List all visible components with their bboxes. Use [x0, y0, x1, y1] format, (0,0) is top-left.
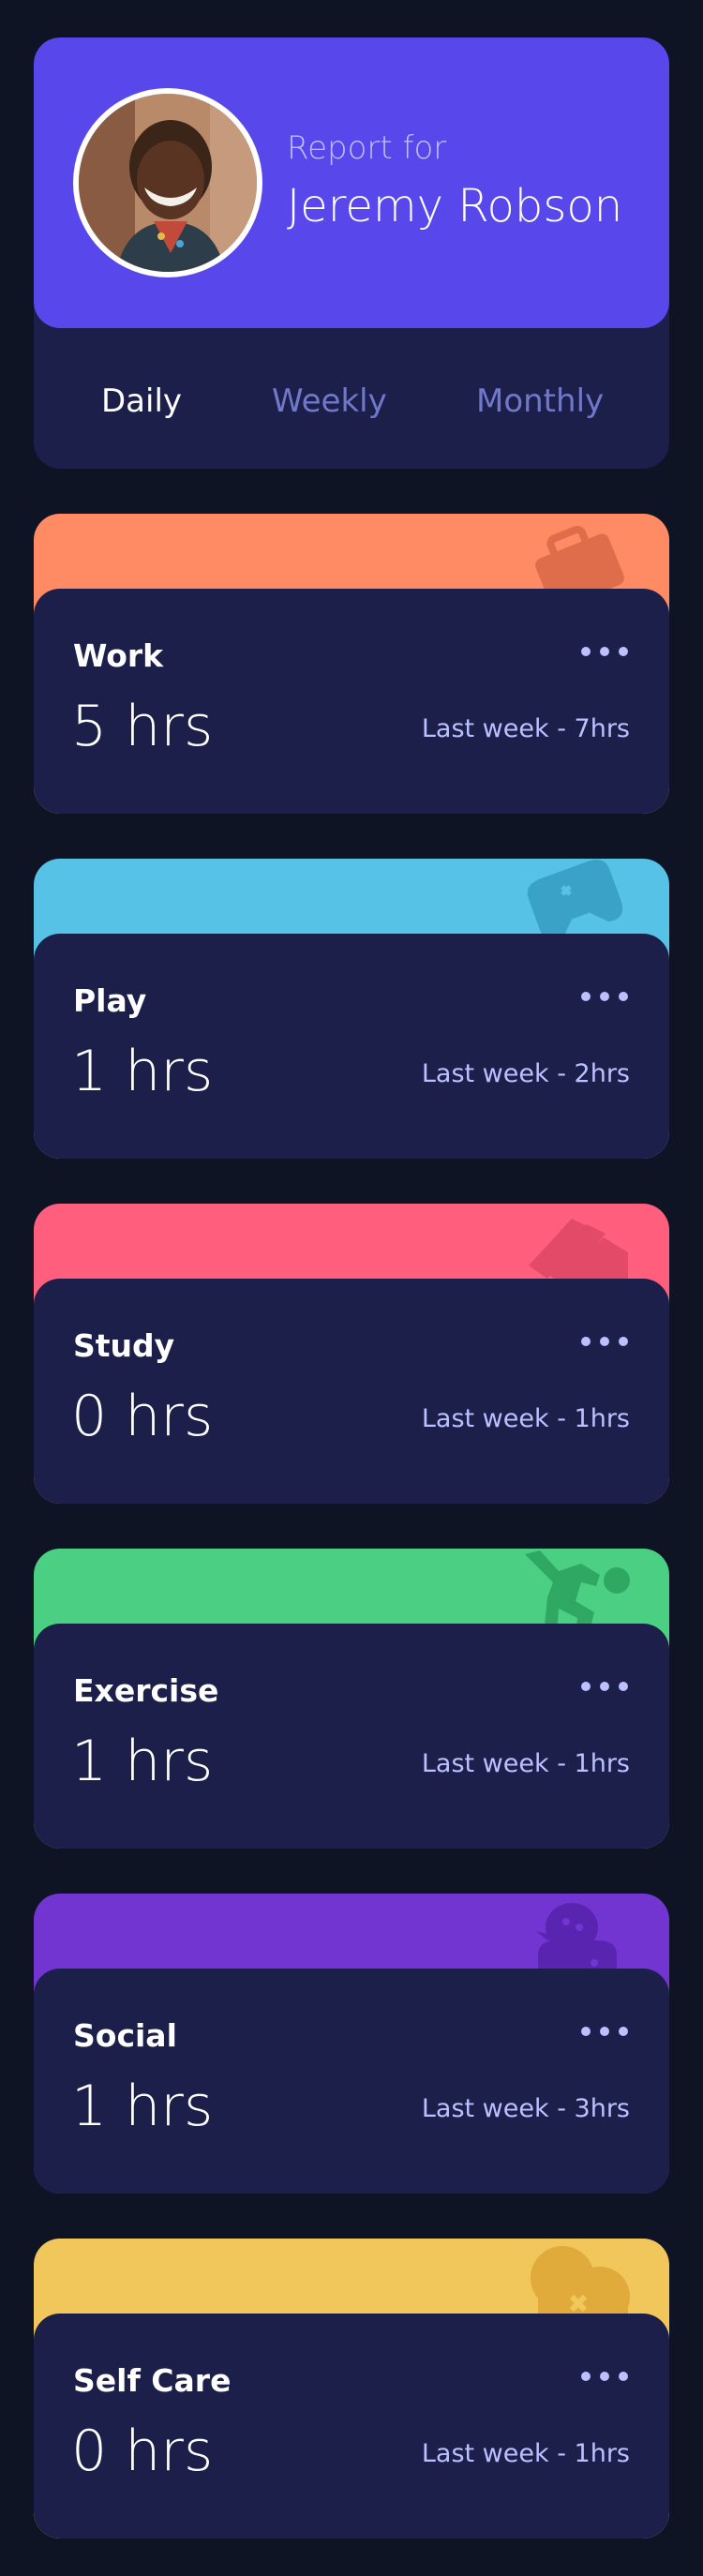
activity-card-body: Study 0 hrs Last week - 1hrs [34, 1279, 669, 1504]
activity-card-body: Work 5 hrs Last week - 7hrs [34, 589, 669, 814]
activity-card-play: Play 1 hrs Last week - 2hrs [34, 859, 669, 1159]
activity-title: Work [73, 637, 164, 674]
activity-title: Exercise [73, 1672, 219, 1709]
activity-last-week: Last week - 1hrs [421, 1749, 630, 1778]
activity-last-week: Last week - 7hrs [421, 714, 630, 743]
report-for-label: Report for [287, 129, 447, 167]
activity-card-exercise: Exercise 1 hrs Last week - 1hrs [34, 1549, 669, 1849]
game-controller-icon [527, 860, 623, 942]
activity-last-week: Last week - 2hrs [421, 1059, 630, 1088]
options-menu-icon[interactable] [581, 1333, 630, 1352]
activity-title: Play [73, 982, 147, 1019]
book-icon [529, 1219, 628, 1290]
activity-last-week: Last week - 3hrs [421, 2094, 630, 2123]
activity-last-week: Last week - 1hrs [421, 1404, 630, 1433]
activity-hours: 0 hrs [71, 1384, 214, 1449]
app-root: Report for Jeremy Robson Daily Weekly Mo… [0, 0, 703, 2576]
user-name: Jeremy Robson [287, 180, 623, 232]
profile-card: Report for Jeremy Robson Daily Weekly Mo… [34, 37, 669, 469]
activity-hours: 1 hrs [71, 1039, 214, 1104]
options-menu-icon[interactable] [581, 988, 630, 1007]
activity-card-social: Social 1 hrs Last week - 3hrs [34, 1894, 669, 2194]
activity-card-body: Exercise 1 hrs Last week - 1hrs [34, 1624, 669, 1849]
activity-hours: 1 hrs [71, 1729, 214, 1794]
activity-hours: 1 hrs [71, 2074, 214, 2139]
tab-monthly[interactable]: Monthly [476, 382, 604, 420]
activity-card-body: Self Care 0 hrs Last week - 1hrs [34, 2314, 669, 2539]
running-figure-icon [525, 1550, 630, 1635]
profile-header: Report for Jeremy Robson [34, 37, 669, 328]
activity-card-work: Work 5 hrs Last week - 7hrs [34, 514, 669, 814]
activity-card-study: Study 0 hrs Last week - 1hrs [34, 1204, 669, 1504]
chat-bubble-icon [536, 1903, 617, 1980]
heart-icon [531, 2246, 630, 2325]
activity-title: Self Care [73, 2362, 232, 2399]
briefcase-icon [535, 525, 624, 600]
activity-last-week: Last week - 1hrs [421, 2439, 630, 2468]
activity-card-self-care: Self Care 0 hrs Last week - 1hrs [34, 2239, 669, 2539]
timeframe-tabs: Daily Weekly Monthly [34, 328, 669, 469]
activity-hours: 5 hrs [71, 694, 214, 759]
options-menu-icon[interactable] [581, 2023, 630, 2042]
options-menu-icon[interactable] [581, 1678, 630, 1697]
options-menu-icon[interactable] [581, 2368, 630, 2387]
activity-card-body: Social 1 hrs Last week - 3hrs [34, 1969, 669, 2194]
activity-title: Study [73, 1327, 175, 1364]
tab-daily[interactable]: Daily [101, 382, 182, 420]
activity-title: Social [73, 2017, 177, 2054]
activity-hours: 0 hrs [71, 2419, 214, 2484]
avatar [73, 88, 262, 277]
tab-weekly[interactable]: Weekly [272, 382, 387, 420]
options-menu-icon[interactable] [581, 643, 630, 662]
avatar-photo-illustration [79, 94, 257, 272]
activity-card-body: Play 1 hrs Last week - 2hrs [34, 934, 669, 1159]
